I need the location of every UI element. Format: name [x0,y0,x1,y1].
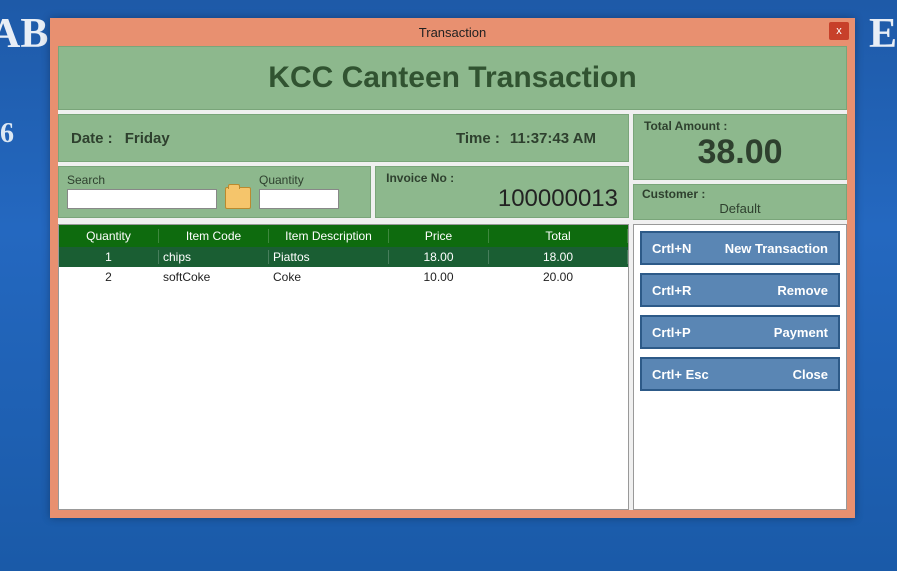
invoice-label: Invoice No : [386,171,618,185]
new-transaction-button[interactable]: Crtl+N New Transaction [640,231,840,265]
search-input[interactable] [67,189,217,209]
cell-quantity: 2 [59,270,159,284]
client-area: KCC Canteen Transaction Date : Friday Ti… [58,46,847,510]
date-label: Date : [71,130,113,147]
cell-item-code: chips [159,250,269,264]
total-amount-panel: Total Amount : 38.00 [633,114,847,180]
background-text-left: AB [0,10,48,58]
cell-total: 18.00 [489,250,628,264]
main-row: Quantity Item Code Item Description Pric… [58,224,847,510]
date-time-panel: Date : Friday Time : 11:37:43 AM [58,114,629,162]
action-label: Remove [777,283,828,298]
customer-panel: Customer : Default [633,184,847,220]
action-label: Payment [774,325,828,340]
total-amount-value: 38.00 [644,133,836,172]
customer-label: Customer : [642,187,838,201]
table-row[interactable]: 2softCokeCoke10.0020.00 [59,267,628,287]
shortcut-label: Crtl+ Esc [652,367,709,382]
cell-item-description: Coke [269,270,389,284]
payment-button[interactable]: Crtl+P Payment [640,315,840,349]
search-panel: Search Quantity [58,166,371,218]
quantity-input[interactable] [259,189,339,209]
shortcut-label: Crtl+N [652,241,691,256]
total-amount-label: Total Amount : [644,119,836,133]
date-value: Friday [125,130,170,147]
right-info-col: Total Amount : 38.00 Customer : Default [633,114,847,220]
page-title: KCC Canteen Transaction [58,46,847,110]
cell-total: 20.00 [489,270,628,284]
transaction-window: Transaction x KCC Canteen Transaction Da… [50,18,855,518]
grid-header: Quantity Item Code Item Description Pric… [59,225,628,247]
search-field-group: Search [67,173,217,209]
col-header-total: Total [489,229,628,243]
col-header-quantity: Quantity [59,229,159,243]
time-value: 11:37:43 AM [510,130,596,147]
action-label: Close [793,367,828,382]
grid-body[interactable]: 1chipsPiattos18.0018.002softCokeCoke10.0… [59,247,628,509]
invoice-panel: Invoice No : 100000013 [375,166,629,218]
cell-item-description: Piattos [269,250,389,264]
items-grid: Quantity Item Code Item Description Pric… [58,224,629,510]
background-number: 6 [0,118,14,150]
col-header-item-description: Item Description [269,229,389,243]
actions-panel: Crtl+N New Transaction Crtl+R Remove Crt… [633,224,847,510]
cell-quantity: 1 [59,250,159,264]
close-icon[interactable]: x [829,22,849,40]
quantity-field-group: Quantity [259,173,339,209]
table-row[interactable]: 1chipsPiattos18.0018.00 [59,247,628,267]
search-invoice-row: Search Quantity Invoice No : 100000013 [58,166,629,218]
remove-button[interactable]: Crtl+R Remove [640,273,840,307]
cell-price: 10.00 [389,270,489,284]
col-header-item-code: Item Code [159,229,269,243]
search-label: Search [67,173,217,187]
customer-value: Default [642,201,838,216]
shortcut-label: Crtl+P [652,325,691,340]
action-label: New Transaction [725,241,828,256]
folder-icon[interactable] [225,187,251,209]
titlebar: Transaction x [50,18,855,46]
shortcut-label: Crtl+R [652,283,691,298]
window-title: Transaction [419,25,486,40]
quantity-label: Quantity [259,173,339,187]
info-row: Date : Friday Time : 11:37:43 AM Search … [58,114,847,220]
cell-price: 18.00 [389,250,489,264]
time-label: Time : [456,130,500,147]
left-info-col: Date : Friday Time : 11:37:43 AM Search … [58,114,629,220]
cell-item-code: softCoke [159,270,269,284]
close-button[interactable]: Crtl+ Esc Close [640,357,840,391]
background-text-right: EE [869,10,897,58]
invoice-number: 100000013 [386,185,618,213]
col-header-price: Price [389,229,489,243]
